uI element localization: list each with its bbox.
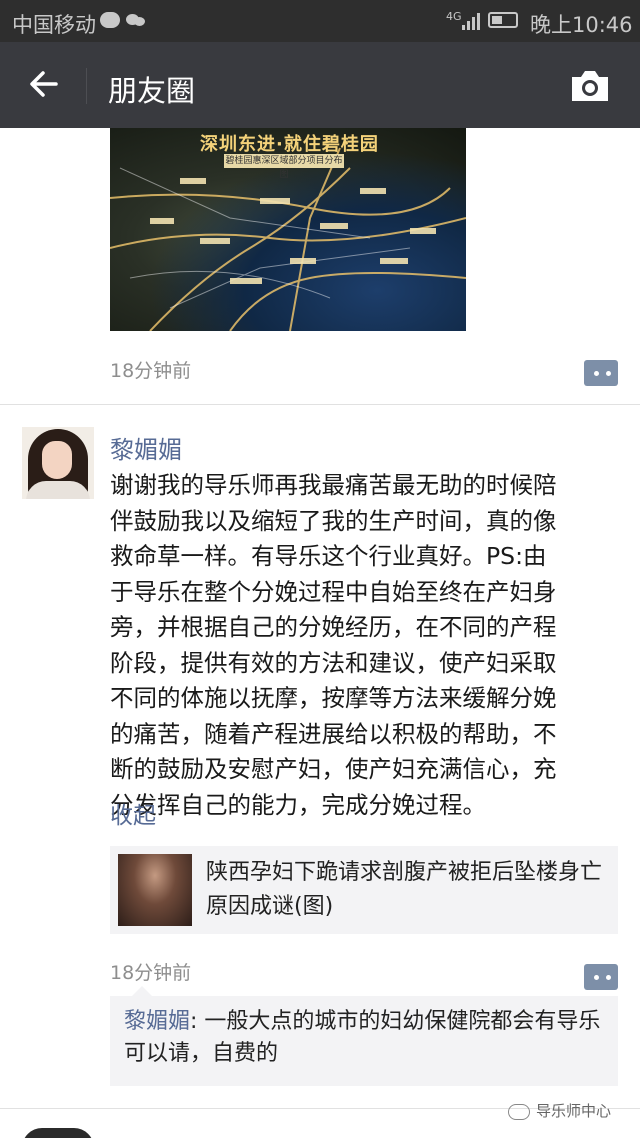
network-type-label: 4G: [446, 10, 462, 23]
signal-icon: [462, 12, 480, 30]
wechat-icon: [126, 12, 146, 28]
clock-label: 晚上10:46: [530, 13, 633, 37]
battery-icon: [488, 12, 518, 28]
carrier-label: 中国移动: [12, 13, 96, 37]
comment-action-button[interactable]: [580, 964, 618, 990]
map-subtitle: 碧桂园惠深区域部分项目分布图: [224, 154, 344, 180]
moments-feed[interactable]: 深圳东进·就住碧桂园 碧桂园惠深区域部分项目分布图 18分钟前 黎媚媚 谢谢我的…: [0, 128, 640, 1138]
shared-link-thumbnail: [118, 854, 192, 926]
comment-author[interactable]: 黎媚媚: [124, 1009, 190, 1034]
avatar[interactable]: [22, 427, 94, 499]
post-time: 18分钟前: [110, 962, 192, 984]
camera-icon[interactable]: [568, 68, 612, 104]
post-author-name[interactable]: 黎媚媚: [110, 430, 182, 465]
status-bar: 中国移动 4G 晚上10:46: [0, 0, 640, 42]
map-banner: 深圳东进·就住碧桂园: [200, 134, 379, 155]
watermark-icon: [508, 1103, 530, 1120]
shared-link-card[interactable]: 陕西孕妇下跪请求剖腹产被拒后坠楼身亡 原因成谜(图): [110, 846, 618, 934]
watermark-text: 导乐师中心: [536, 1102, 612, 1120]
comment-action-button[interactable]: [580, 360, 618, 386]
post-time: 18分钟前: [110, 360, 192, 382]
back-arrow-icon[interactable]: [26, 66, 62, 102]
comment-separator: :: [190, 1009, 205, 1034]
post-divider: [0, 404, 640, 405]
watermark: 导乐师中心: [508, 1100, 611, 1121]
collapse-link[interactable]: 收起: [110, 796, 156, 830]
post-text: 谢谢我的导乐师再我最痛苦最无助的时候陪 伴鼓励我以及缩短了我的生产时间，真的像 …: [110, 471, 557, 819]
shared-link-title: 陕西孕妇下跪请求剖腹产被拒后坠楼身亡 原因成谜(图): [206, 860, 603, 919]
comment-item[interactable]: 黎媚媚: 一般大点的城市的妇幼保健院都会有导乐可以请，自费的: [124, 1006, 608, 1070]
avatar[interactable]: [22, 1128, 94, 1138]
message-icon: [100, 12, 120, 28]
nav-divider: [86, 68, 87, 104]
comments-box: 黎媚媚: 一般大点的城市的妇幼保健院都会有导乐可以请，自费的: [110, 986, 618, 1086]
page-title: 朋友圈: [108, 74, 196, 108]
post-image-map[interactable]: 深圳东进·就住碧桂园 碧桂园惠深区域部分项目分布图: [110, 128, 466, 331]
nav-bar: 朋友圈: [0, 42, 640, 128]
